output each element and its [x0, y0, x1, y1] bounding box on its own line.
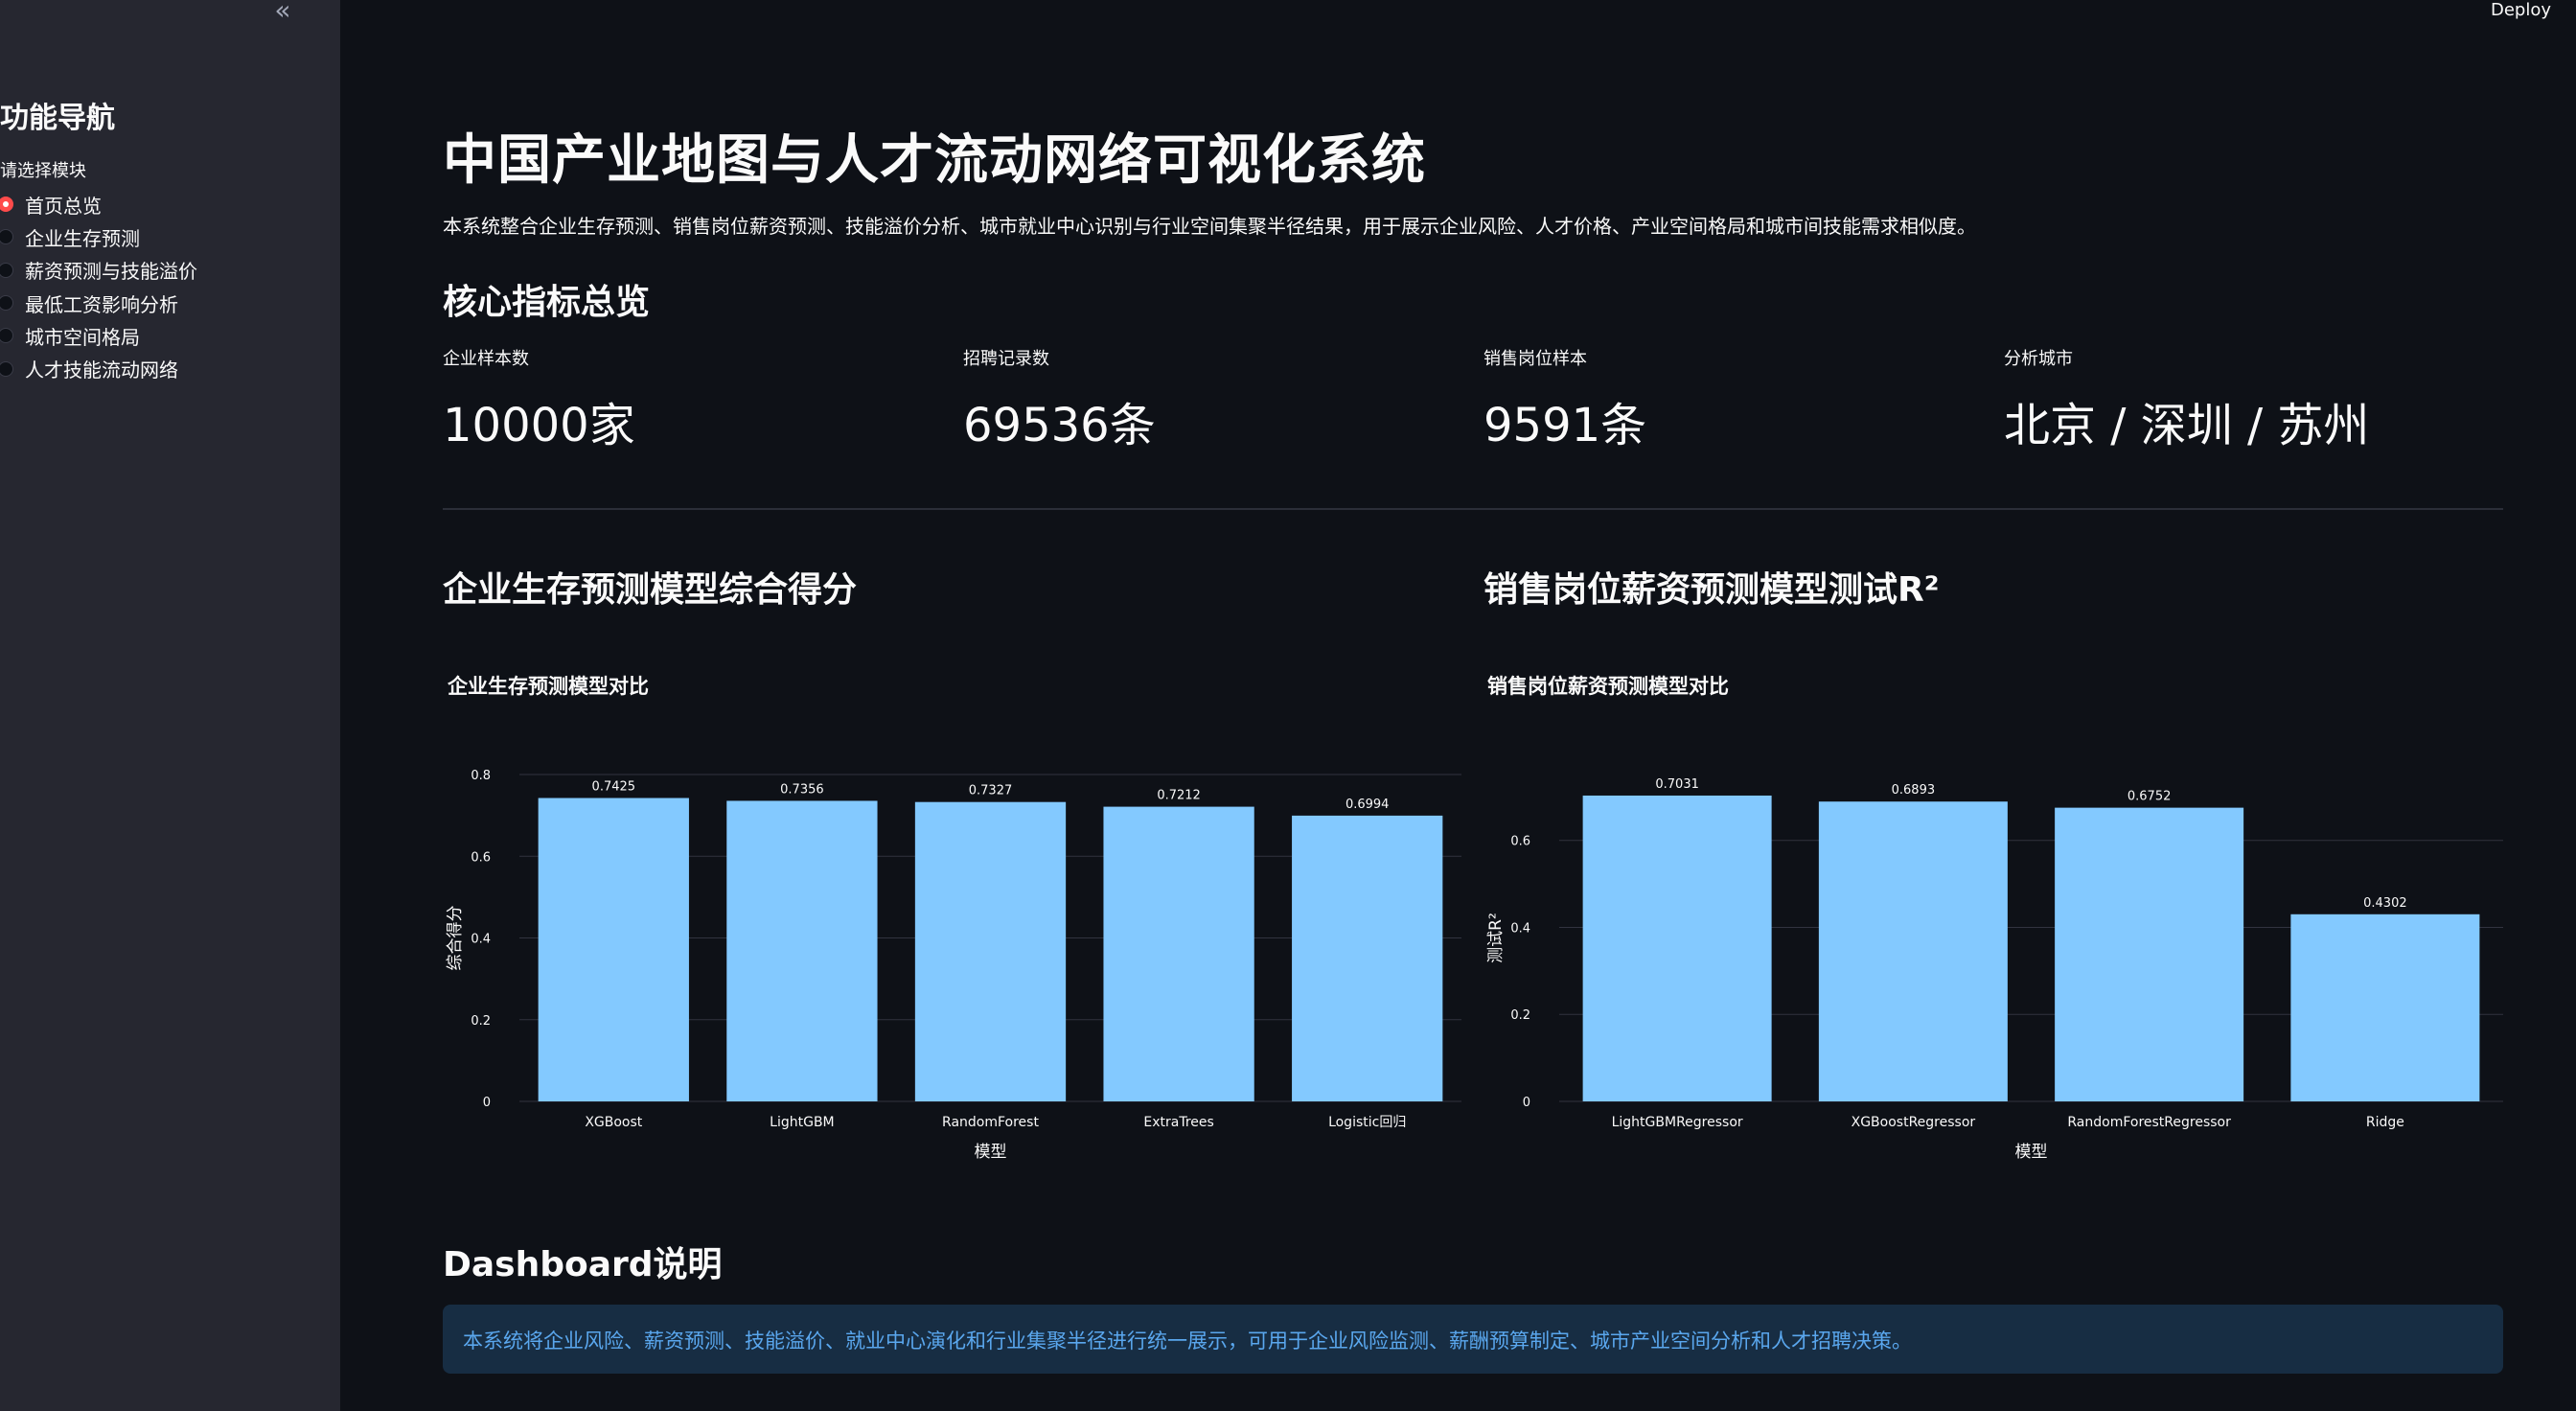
bar-value-label: 0.7212	[1157, 789, 1201, 803]
sidebar-title: 功能导航	[0, 102, 115, 135]
y-tick-label: 0.6	[1510, 835, 1530, 849]
nav-item-home[interactable]: 首页总览	[0, 188, 326, 220]
metric-analysis-cities: 分析城市 北京 / 深圳 / 苏州	[2004, 345, 2521, 454]
nav-item-salary-skill[interactable]: 薪资预测与技能溢价	[0, 254, 326, 287]
radio-icon[interactable]	[0, 328, 13, 344]
bar-value-label: 0.7356	[780, 782, 824, 797]
collapse-sidebar-icon[interactable]: «	[268, 0, 297, 24]
x-axis-label: 模型	[975, 1143, 1007, 1162]
module-radio-group: 首页总览 企业生存预测 薪资预测与技能溢价 最低工资影响分析 城市空间格局 人才…	[0, 188, 326, 385]
metric-value: 69536条	[963, 399, 1156, 452]
y-tick-label: 0.4	[1510, 921, 1530, 936]
bar	[2055, 807, 2244, 1101]
y-tick-label: 0.6	[471, 850, 491, 865]
radio-icon[interactable]	[0, 229, 13, 245]
metric-value: 10000家	[443, 399, 635, 452]
nav-item-label: 人才技能流动网络	[25, 359, 178, 382]
bar-value-label: 0.7327	[969, 784, 1013, 798]
radio-icon[interactable]	[0, 295, 13, 312]
page-description: 本系统整合企业生存预测、销售岗位薪资预测、技能溢价分析、城市就业中心识别与行业空…	[443, 215, 1976, 238]
x-tick-label: Ridge	[2366, 1115, 2404, 1130]
x-tick-label: XGBoostRegressor	[1852, 1115, 1976, 1130]
nav-item-label: 企业生存预测	[25, 226, 140, 250]
metric-value: 9591条	[1484, 399, 1647, 452]
metric-label: 分析城市	[2004, 349, 2073, 369]
bar	[1582, 795, 1772, 1101]
nav-item-enterprise-survival[interactable]: 企业生存预测	[0, 220, 326, 253]
bar	[914, 801, 1067, 1101]
bar	[2290, 914, 2480, 1101]
bar-value-label: 0.6752	[2128, 790, 2172, 804]
bar-value-label: 0.6994	[1346, 798, 1390, 812]
sidebar: « 功能导航 请选择模块 首页总览 企业生存预测 薪资预测与技能溢价 最低工资影…	[0, 0, 340, 1411]
bar	[1818, 801, 2008, 1101]
module-select-label: 请选择模块	[0, 161, 86, 181]
right-chart-heading: 销售岗位薪资预测模型测试R²	[1484, 570, 1940, 610]
nav-item-min-wage[interactable]: 最低工资影响分析	[0, 287, 326, 319]
radio-icon[interactable]	[0, 360, 13, 377]
y-tick-label: 0.8	[471, 769, 491, 783]
nav-item-city-spatial[interactable]: 城市空间格局	[0, 319, 326, 352]
nav-item-talent-network[interactable]: 人才技能流动网络	[0, 352, 326, 384]
metric-recruit-records: 招聘记录数 69536条	[963, 345, 1481, 454]
dashboard-info-box: 本系统将企业风险、薪资预测、技能溢价、就业中心演化和行业集聚半径进行统一展示，可…	[443, 1305, 2503, 1374]
metric-label: 招聘记录数	[963, 349, 1049, 369]
metric-label: 销售岗位样本	[1484, 349, 1587, 369]
bar	[1103, 806, 1254, 1101]
survival-model-bar-chart: 0 0.2 0.4 0.6 0.8 0.7425 XGBoost 0.7356 LightGBM…	[446, 769, 1461, 1162]
left-chart-heading: 企业生存预测模型综合得分	[443, 570, 858, 610]
right-chart-title: 销售岗位薪资预测模型对比	[1487, 675, 1729, 698]
radio-icon[interactable]	[0, 262, 13, 278]
metric-sales-samples: 销售岗位样本 9591条	[1484, 345, 2001, 454]
bar-value-label: 0.7425	[592, 780, 636, 795]
section-divider	[443, 508, 2503, 510]
bar	[1292, 815, 1443, 1101]
bar-value-label: 0.6893	[1892, 783, 1936, 798]
y-tick-label: 0	[1523, 1096, 1530, 1110]
y-tick-label: 0.2	[471, 1014, 491, 1029]
bar-value-label: 0.7031	[1655, 777, 1699, 792]
x-tick-label: RandomForest	[942, 1115, 1039, 1130]
nav-item-label: 城市空间格局	[25, 325, 140, 349]
bar	[538, 798, 689, 1101]
nav-item-label: 首页总览	[25, 194, 102, 218]
info-text: 本系统将企业风险、薪资预测、技能溢价、就业中心演化和行业集聚半径进行统一展示，可…	[463, 1330, 1912, 1353]
y-tick-label: 0.2	[1510, 1008, 1530, 1023]
x-axis-label: 模型	[2015, 1143, 2048, 1162]
metric-value: 北京 / 深圳 / 苏州	[2004, 399, 2370, 452]
left-chart-title: 企业生存预测模型对比	[448, 675, 649, 698]
x-tick-label: RandomForestRegressor	[2067, 1115, 2231, 1130]
nav-item-label: 最低工资影响分析	[25, 292, 178, 316]
metric-label: 企业样本数	[443, 349, 529, 369]
bar	[726, 800, 878, 1101]
deploy-button[interactable]: Deploy	[2491, 0, 2551, 20]
x-tick-label: LightGBMRegressor	[1612, 1115, 1743, 1130]
x-tick-label: Logistic回归	[1328, 1114, 1406, 1130]
x-tick-label: XGBoost	[585, 1115, 642, 1130]
bar-value-label: 0.4302	[2363, 896, 2407, 911]
x-tick-label: LightGBM	[770, 1115, 834, 1130]
y-tick-label: 0	[483, 1096, 491, 1110]
x-tick-label: ExtraTrees	[1143, 1115, 1213, 1130]
salary-model-bar-chart: 0 0.2 0.4 0.6 0.7031 LightGBMRegressor 0.6893 X…	[1486, 777, 2503, 1162]
nav-item-label: 薪资预测与技能溢价	[25, 260, 197, 284]
metrics-heading: 核心指标总览	[443, 283, 651, 322]
y-axis-label: 测试R²	[1486, 913, 1506, 963]
metric-enterprise-samples: 企业样本数 10000家	[443, 345, 960, 454]
y-tick-label: 0.4	[471, 933, 491, 947]
page-title: 中国产业地图与人才流动网络可视化系统	[443, 129, 1426, 192]
y-axis-label: 综合得分	[446, 906, 465, 971]
dashboard-heading: Dashboard说明	[443, 1245, 723, 1284]
radio-icon[interactable]	[0, 197, 13, 213]
